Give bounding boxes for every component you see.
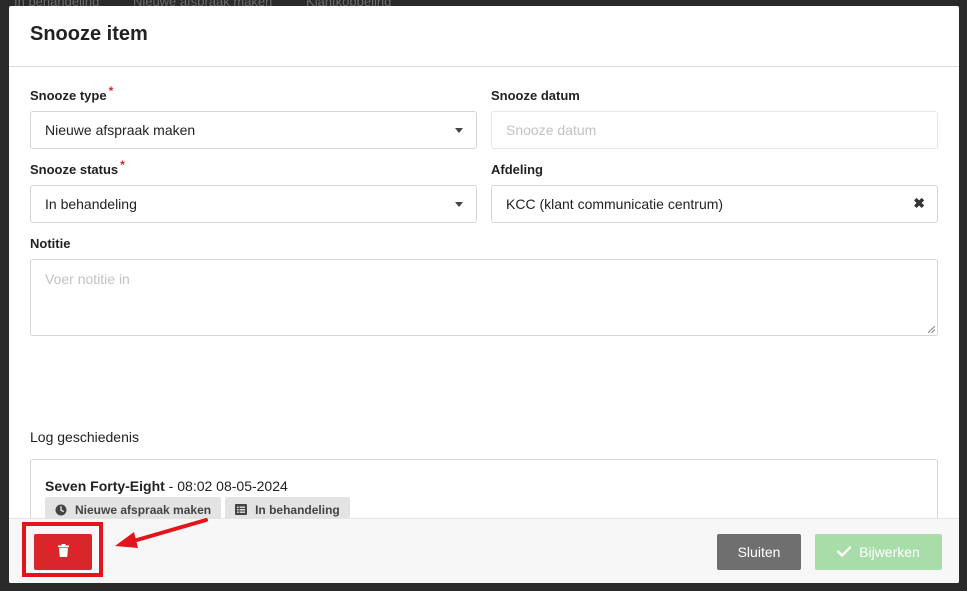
snooze-datum-placeholder: Snooze datum [506, 122, 597, 138]
log-tag-label: In behandeling [255, 502, 340, 517]
update-button[interactable]: Bijwerken [815, 534, 942, 570]
afdeling-label: Afdeling [491, 162, 543, 177]
snooze-datum-field: Snooze datum Snooze datum [491, 88, 938, 168]
chevron-down-icon [455, 128, 463, 133]
snooze-type-value: Nieuwe afspraak maken [45, 122, 196, 138]
resize-handle-icon[interactable] [928, 326, 935, 333]
chevron-down-icon [455, 202, 463, 207]
snooze-datum-label: Snooze datum [491, 88, 580, 103]
snooze-status-label: Snooze status * [30, 158, 125, 177]
snooze-type-label: Snooze type * [30, 84, 114, 103]
notitie-textarea[interactable]: Voer notitie in [30, 259, 938, 336]
log-separator: - [164, 478, 178, 494]
checkmark-icon [836, 544, 852, 560]
notitie-label: Notitie [30, 236, 71, 251]
update-button-label: Bijwerken [859, 544, 920, 560]
notitie-placeholder: Voer notitie in [45, 271, 130, 287]
snooze-status-field: Snooze status * In behandeling [30, 158, 477, 242]
snooze-type-select[interactable]: Nieuwe afspraak maken [30, 111, 477, 149]
close-button-label: Sluiten [737, 544, 781, 560]
log-title: Log geschiedenis [30, 429, 139, 445]
required-marker: * [120, 158, 125, 172]
annotation-highlight-box [22, 522, 103, 577]
required-marker: * [108, 84, 114, 98]
log-header: Seven Forty-Eight - 08:02 08-05-2024 [45, 478, 923, 494]
clear-icon[interactable]: ✖ [913, 195, 925, 212]
snooze-type-field: Snooze type * Nieuwe afspraak maken [30, 84, 477, 168]
log-author: Seven Forty-Eight [45, 478, 165, 494]
clock-icon [55, 504, 67, 516]
snooze-datum-input[interactable]: Snooze datum [491, 111, 938, 149]
notitie-field: Notitie Voer notitie in [30, 236, 938, 346]
snooze-status-select[interactable]: In behandeling [30, 185, 477, 223]
annotation-arrow-icon [115, 518, 208, 548]
afdeling-value: KCC (klant communicatie centrum) [506, 196, 724, 212]
snooze-status-value: In behandeling [45, 196, 137, 212]
afdeling-select[interactable]: KCC (klant communicatie centrum) ✖ [491, 185, 938, 223]
list-icon [235, 504, 248, 515]
afdeling-field: Afdeling KCC (klant communicatie centrum… [491, 162, 938, 242]
log-timestamp: 08:02 08-05-2024 [177, 478, 288, 494]
modal-title: Snooze item [30, 23, 148, 45]
close-button[interactable]: Sluiten [717, 534, 801, 570]
snooze-modal: Snooze item Snooze type * Nieuwe afspraak… [9, 6, 959, 583]
modal-header: Snooze item [9, 6, 959, 67]
